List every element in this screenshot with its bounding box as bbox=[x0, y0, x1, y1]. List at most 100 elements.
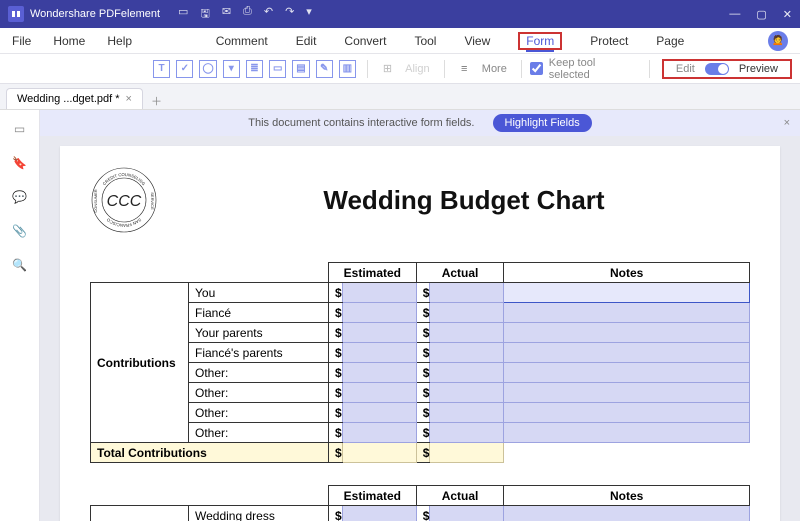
edit-preview-toggle-group: Edit Preview bbox=[662, 59, 792, 79]
est-field[interactable] bbox=[342, 303, 416, 323]
notes-field[interactable] bbox=[504, 323, 750, 343]
comments-icon[interactable]: 💬 bbox=[12, 190, 27, 204]
total-label: Total Contributions bbox=[91, 443, 329, 463]
image-field-icon[interactable]: ▤ bbox=[292, 60, 309, 78]
save-icon[interactable]: 🖫 bbox=[200, 5, 209, 24]
col-actual: Actual bbox=[416, 486, 504, 506]
org-seal-icon: CCC CREDIT COUNSELING SAN FRANCISCO CONS… bbox=[90, 166, 158, 234]
menu-view[interactable]: View bbox=[464, 32, 490, 50]
quick-access-toolbar: ▭ 🖫 ✉ ⎙ ↶ ↷ ▾ bbox=[178, 5, 312, 24]
row-label: Other: bbox=[189, 403, 329, 423]
est-field[interactable] bbox=[342, 323, 416, 343]
dropdown-icon[interactable]: ▾ bbox=[306, 5, 312, 24]
est-field[interactable] bbox=[342, 506, 416, 521]
window-controls: — ▢ ✕ bbox=[729, 8, 792, 21]
est-field[interactable] bbox=[342, 403, 416, 423]
search-icon[interactable]: 🔍 bbox=[12, 258, 27, 272]
menu-file[interactable]: File bbox=[12, 32, 31, 50]
act-field[interactable] bbox=[430, 303, 504, 323]
more-icon[interactable]: ≡ bbox=[456, 60, 473, 78]
redo-icon[interactable]: ↷ bbox=[285, 5, 294, 24]
undo-icon[interactable]: ↶ bbox=[264, 5, 273, 24]
text-field-icon[interactable]: T bbox=[153, 60, 170, 78]
close-tab-icon[interactable]: × bbox=[126, 93, 132, 105]
est-field[interactable] bbox=[342, 383, 416, 403]
act-field[interactable] bbox=[430, 283, 504, 303]
align-icon[interactable]: ⊞ bbox=[379, 60, 396, 78]
app-name: Wondershare PDFelement bbox=[30, 8, 160, 20]
row-label: Your parents bbox=[189, 323, 329, 343]
act-field[interactable] bbox=[430, 506, 504, 521]
act-field[interactable] bbox=[430, 343, 504, 363]
notes-field[interactable] bbox=[504, 383, 750, 403]
notes-field[interactable] bbox=[504, 403, 750, 423]
print-icon[interactable]: ⎙ bbox=[243, 5, 252, 24]
checkbox-field-icon[interactable]: ✓ bbox=[176, 60, 193, 78]
menu-tool[interactable]: Tool bbox=[414, 32, 436, 50]
document-canvas: This document contains interactive form … bbox=[40, 110, 800, 521]
menu-edit[interactable]: Edit bbox=[296, 32, 317, 50]
user-avatar-icon[interactable]: 🙍 bbox=[768, 31, 788, 51]
minimize-icon[interactable]: — bbox=[729, 8, 740, 21]
notes-field[interactable] bbox=[504, 303, 750, 323]
new-tab-icon[interactable]: ＋ bbox=[151, 93, 162, 109]
notes-field[interactable] bbox=[504, 343, 750, 363]
menu-home[interactable]: Home bbox=[53, 32, 85, 50]
edit-mode-label[interactable]: Edit bbox=[676, 63, 695, 75]
close-icon[interactable]: ✕ bbox=[783, 8, 792, 21]
menu-comment[interactable]: Comment bbox=[216, 32, 268, 50]
document-tab[interactable]: Wedding ...dget.pdf * × bbox=[6, 88, 143, 109]
menu-help[interactable]: Help bbox=[107, 32, 132, 50]
attachments-icon[interactable]: 📎 bbox=[12, 224, 27, 238]
col-actual: Actual bbox=[416, 263, 504, 283]
act-field[interactable] bbox=[430, 363, 504, 383]
act-field[interactable] bbox=[430, 423, 504, 443]
form-infobar: This document contains interactive form … bbox=[40, 110, 800, 136]
signature-field-icon[interactable]: ✎ bbox=[316, 60, 333, 78]
radio-field-icon[interactable]: ◯ bbox=[199, 60, 216, 78]
second-table: Estimated Actual Notes Wedding dress$$ bbox=[90, 485, 750, 521]
est-field[interactable] bbox=[342, 363, 416, 383]
est-field[interactable] bbox=[342, 423, 416, 443]
total-act-field[interactable] bbox=[430, 443, 504, 463]
notes-field[interactable] bbox=[504, 283, 750, 303]
notes-field[interactable] bbox=[504, 506, 750, 521]
mode-toggle[interactable] bbox=[705, 63, 729, 75]
form-toolbar: T ✓ ◯ ▾ ≣ ▭ ▤ ✎ ▥ ⊞ Align ≡ More Keep to… bbox=[0, 54, 800, 84]
title-bar: Wondershare PDFelement ▭ 🖫 ✉ ⎙ ↶ ↷ ▾ — ▢… bbox=[0, 0, 800, 28]
thumbnails-icon[interactable]: ▭ bbox=[14, 122, 25, 136]
bookmarks-icon[interactable]: 🔖 bbox=[12, 156, 27, 170]
page-title: Wedding Budget Chart bbox=[178, 185, 750, 216]
keep-tool-checkbox[interactable] bbox=[530, 62, 543, 75]
est-field[interactable] bbox=[342, 283, 416, 303]
align-label: Align bbox=[405, 63, 429, 75]
row-label: Wedding dress bbox=[189, 506, 329, 521]
mail-icon[interactable]: ✉ bbox=[222, 5, 231, 24]
act-field[interactable] bbox=[430, 383, 504, 403]
notes-field[interactable] bbox=[504, 423, 750, 443]
menu-convert[interactable]: Convert bbox=[344, 32, 386, 50]
combo-field-icon[interactable]: ▾ bbox=[223, 60, 240, 78]
list-field-icon[interactable]: ≣ bbox=[246, 60, 263, 78]
act-field[interactable] bbox=[430, 403, 504, 423]
notes-field[interactable] bbox=[504, 363, 750, 383]
date-field-icon[interactable]: ▥ bbox=[339, 60, 356, 78]
menu-protect[interactable]: Protect bbox=[590, 32, 628, 50]
more-label[interactable]: More bbox=[482, 63, 507, 75]
maximize-icon[interactable]: ▢ bbox=[756, 8, 766, 21]
button-field-icon[interactable]: ▭ bbox=[269, 60, 286, 78]
row-label: Other: bbox=[189, 423, 329, 443]
svg-text:CONSUMER: CONSUMER bbox=[93, 189, 98, 212]
highlight-fields-button[interactable]: Highlight Fields bbox=[493, 114, 592, 132]
svg-text:CCC: CCC bbox=[107, 193, 142, 210]
total-est-field[interactable] bbox=[342, 443, 416, 463]
infobar-close-icon[interactable]: × bbox=[784, 117, 790, 129]
document-tabs: Wedding ...dget.pdf * × ＋ bbox=[0, 84, 800, 110]
act-field[interactable] bbox=[430, 323, 504, 343]
menu-form[interactable]: Form bbox=[526, 32, 554, 52]
menu-page[interactable]: Page bbox=[656, 32, 684, 50]
open-icon[interactable]: ▭ bbox=[178, 5, 188, 24]
tab-label: Wedding ...dget.pdf * bbox=[17, 93, 120, 105]
est-field[interactable] bbox=[342, 343, 416, 363]
preview-mode-label[interactable]: Preview bbox=[739, 63, 778, 75]
